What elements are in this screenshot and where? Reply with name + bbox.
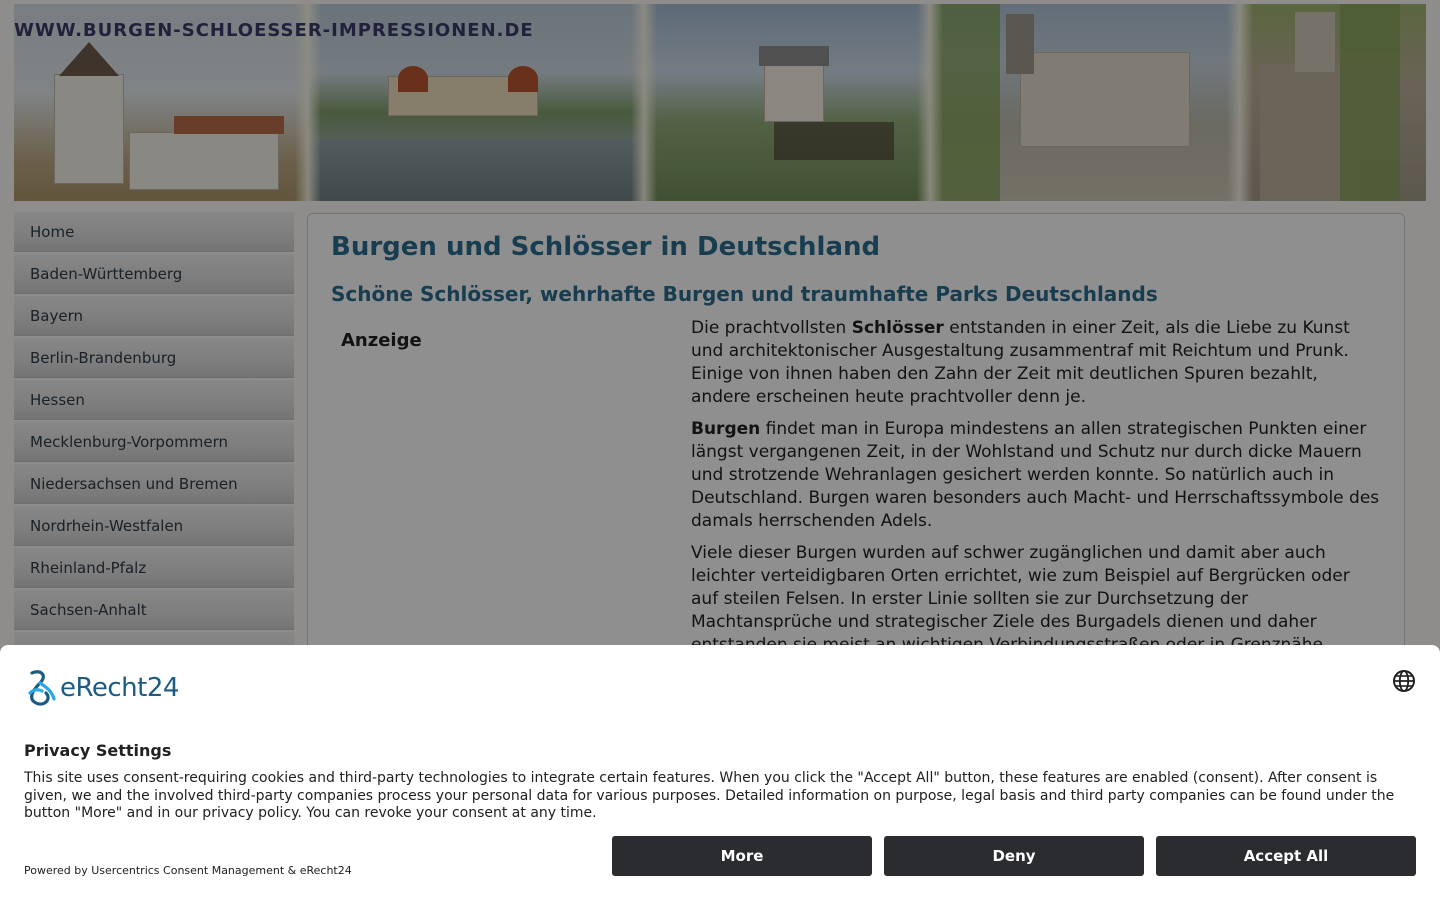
more-button[interactable]: More xyxy=(612,836,872,876)
consent-title: Privacy Settings xyxy=(24,741,172,760)
accept-all-button[interactable]: Accept All xyxy=(1156,836,1416,876)
erecht24-logo-text: eRecht24 xyxy=(60,673,179,703)
erecht24-logo: eRecht24 xyxy=(24,669,179,707)
consent-banner: eRecht24 Privacy Settings This site uses… xyxy=(0,645,1440,900)
consent-powered-by: Powered by Usercentrics Consent Manageme… xyxy=(24,864,352,877)
consent-description: This site uses consent-requiring cookies… xyxy=(24,770,1395,821)
deny-button[interactable]: Deny xyxy=(884,836,1144,876)
globe-icon[interactable] xyxy=(1392,669,1416,693)
erecht24-logo-icon xyxy=(28,670,56,706)
